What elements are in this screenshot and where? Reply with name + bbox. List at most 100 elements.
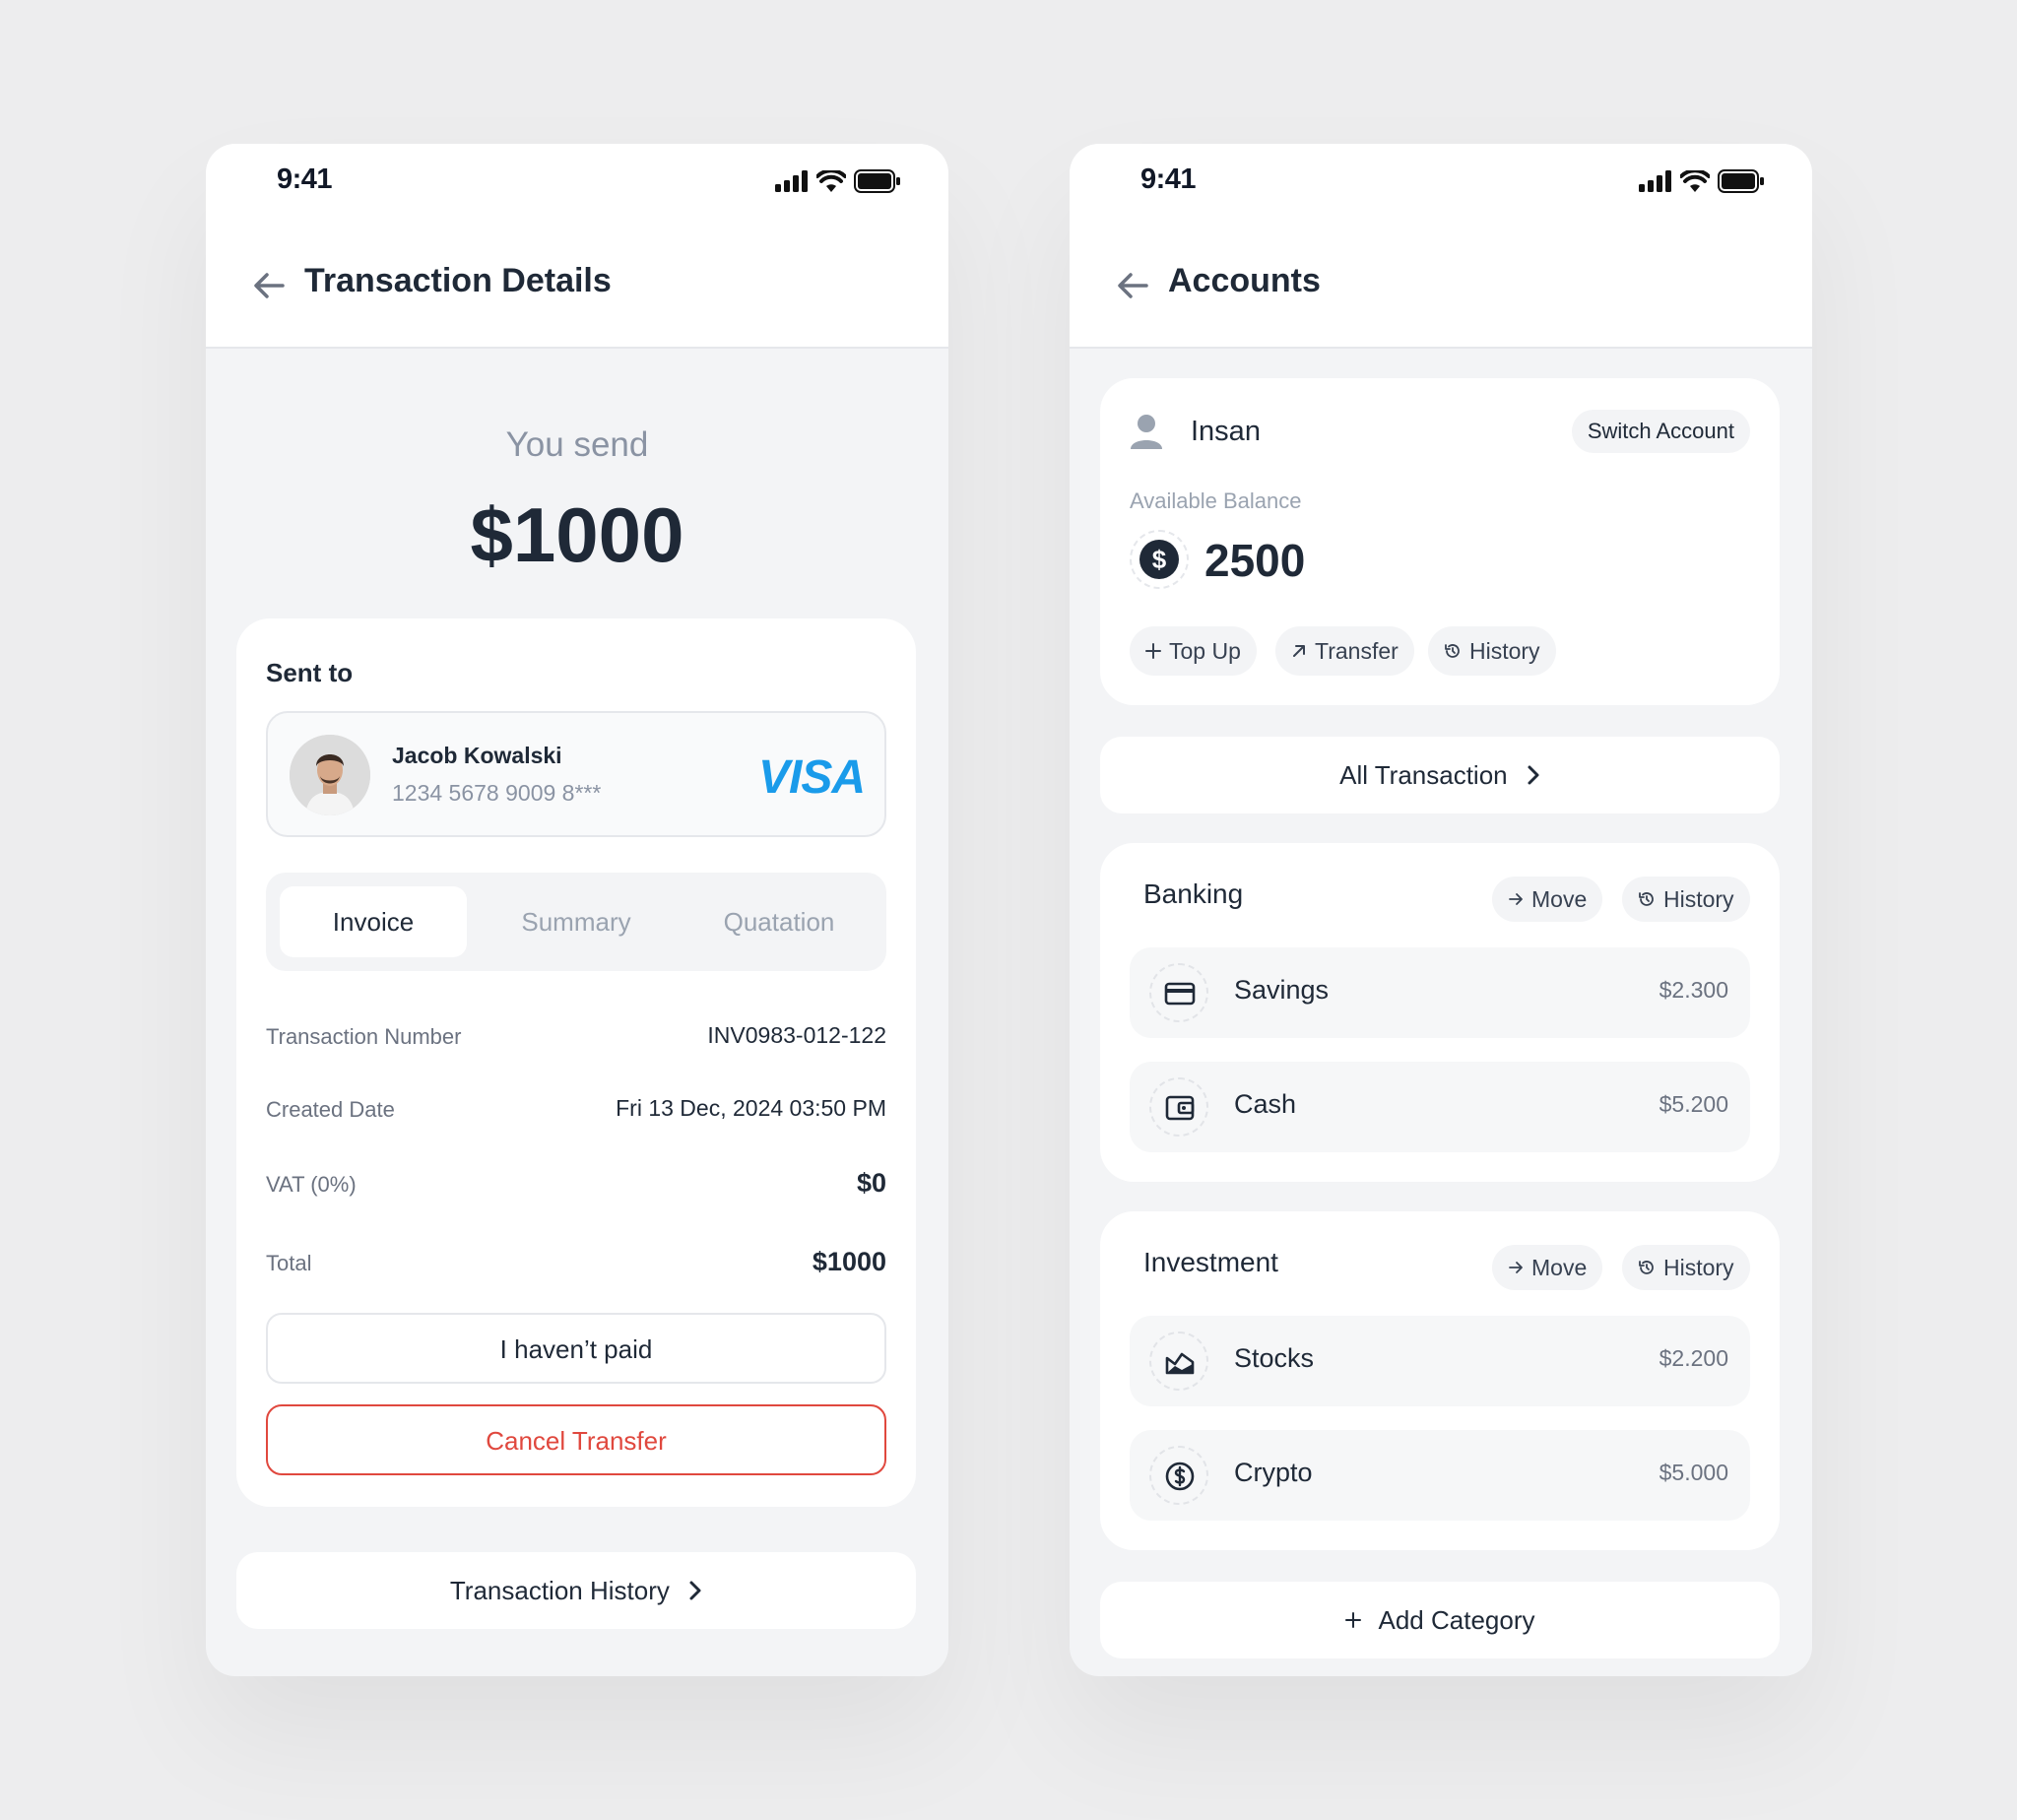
chevron-right-icon xyxy=(689,1581,701,1600)
item-value: $2.300 xyxy=(1659,977,1728,1003)
balance-value: 2500 xyxy=(1204,535,1306,586)
top-up-button[interactable]: Top Up xyxy=(1130,626,1257,676)
history-label: History xyxy=(1663,886,1734,912)
top-up-label: Top Up xyxy=(1169,638,1241,664)
dollar-coin-icon: $ xyxy=(1139,540,1179,579)
visa-logo: VISA xyxy=(757,751,866,804)
item-icon xyxy=(1149,1332,1208,1391)
you-send-label: You send xyxy=(505,425,649,464)
sent-to-card: Sent to Jacob Kowalski 1234 5678 9009 8*… xyxy=(236,618,916,1507)
wifi-icon xyxy=(1680,170,1710,192)
available-balance-label: Available Balance xyxy=(1130,488,1302,513)
list-item-crypto[interactable]: Crypto $5.000 xyxy=(1130,1430,1750,1521)
history-icon xyxy=(1639,1261,1654,1274)
banking-title: Banking xyxy=(1143,878,1244,909)
tab-summary[interactable]: Summary xyxy=(483,886,670,957)
header: 9:41 Transaction Details xyxy=(206,144,948,349)
transaction-number-value: INV0983-012-122 xyxy=(707,1022,886,1048)
status-icons xyxy=(775,169,901,193)
chevron-right-icon xyxy=(1528,765,1539,785)
plus-icon xyxy=(1145,642,1161,659)
battery-icon xyxy=(854,169,900,193)
created-date-label: Created Date xyxy=(266,1097,395,1122)
recipient-card-number: 1234 5678 9009 8*** xyxy=(392,780,602,806)
move-label: Move xyxy=(1531,886,1588,912)
history-icon xyxy=(1445,644,1460,658)
transaction-details-screen: 9:41 Transaction Details You send $1000 … xyxy=(206,144,948,1676)
battery-icon xyxy=(1718,169,1764,193)
transaction-history-label: Transaction History xyxy=(449,1576,670,1605)
arrow-right-icon xyxy=(1509,1262,1523,1273)
wallet-icon xyxy=(1165,1095,1195,1121)
card-icon xyxy=(1164,982,1196,1006)
page-title: Transaction Details xyxy=(304,262,612,299)
back-arrow-icon[interactable] xyxy=(249,266,289,305)
dollar-coin-icon xyxy=(1165,1462,1195,1491)
item-name: Cash xyxy=(1234,1089,1297,1119)
not-paid-button[interactable]: I haven’t paid xyxy=(266,1313,886,1384)
balance-coin: $ xyxy=(1130,530,1189,589)
item-name: Stocks xyxy=(1234,1343,1315,1373)
item-icon xyxy=(1149,963,1208,1022)
tab-invoice[interactable]: Invoice xyxy=(280,886,467,957)
created-date-value: Fri 13 Dec, 2024 03:50 PM xyxy=(616,1095,886,1121)
banking-section: Banking Move History Savings $2.300 Cash… xyxy=(1100,843,1780,1182)
item-icon xyxy=(1149,1077,1208,1137)
status-icons xyxy=(1639,169,1765,193)
avatar xyxy=(290,735,370,815)
invoice-tabs: Invoice Summary Quatation xyxy=(266,873,886,971)
user-icon xyxy=(1131,415,1162,449)
recipient-card[interactable]: Jacob Kowalski 1234 5678 9009 8*** VISA xyxy=(266,711,886,837)
transfer-button[interactable]: Transfer xyxy=(1275,626,1414,676)
history-button[interactable]: History xyxy=(1428,626,1556,676)
banking-move-button[interactable]: Move xyxy=(1492,877,1603,922)
history-label: History xyxy=(1663,1255,1734,1280)
switch-account-button[interactable]: Switch Account xyxy=(1571,410,1750,453)
account-card: Insan Switch Account Available Balance $… xyxy=(1100,378,1780,705)
arrow-up-right-icon xyxy=(1293,644,1305,657)
investment-history-button[interactable]: History xyxy=(1622,1245,1750,1290)
sent-to-label: Sent to xyxy=(266,658,354,687)
item-value: $5.000 xyxy=(1659,1460,1728,1485)
all-transaction-label: All Transaction xyxy=(1339,760,1508,790)
banking-history-button[interactable]: History xyxy=(1622,877,1750,922)
investment-move-button[interactable]: Move xyxy=(1492,1245,1603,1290)
page-title: Accounts xyxy=(1168,262,1321,299)
accounts-screen: 9:41 Accounts Insan Switch Account Avail… xyxy=(1070,144,1812,1676)
history-icon xyxy=(1639,892,1654,906)
list-item-stocks[interactable]: Stocks $2.200 xyxy=(1130,1316,1750,1406)
item-icon xyxy=(1149,1446,1208,1505)
history-label: History xyxy=(1469,638,1540,664)
list-item-cash[interactable]: Cash $5.200 xyxy=(1130,1062,1750,1152)
transaction-number-label: Transaction Number xyxy=(266,1024,462,1049)
total-value: $1000 xyxy=(812,1247,886,1276)
vat-value: $0 xyxy=(856,1168,886,1198)
item-value: $5.200 xyxy=(1659,1091,1728,1117)
status-time: 9:41 xyxy=(277,163,333,195)
signal-icon xyxy=(775,170,808,192)
status-time: 9:41 xyxy=(1140,163,1197,195)
item-name: Crypto xyxy=(1234,1458,1313,1487)
investment-section: Investment Move History Stocks $2.200 Cr… xyxy=(1100,1211,1780,1550)
item-value: $2.200 xyxy=(1659,1345,1728,1371)
investment-title: Investment xyxy=(1143,1247,1278,1277)
cancel-transfer-button[interactable]: Cancel Transfer xyxy=(266,1404,886,1475)
add-category-button[interactable]: Add Category xyxy=(1100,1582,1780,1658)
wifi-icon xyxy=(816,170,846,192)
list-item-savings[interactable]: Savings $2.300 xyxy=(1130,947,1750,1038)
transaction-history-link[interactable]: Transaction History xyxy=(236,1552,916,1629)
plus-icon xyxy=(1344,1612,1361,1629)
tab-quatation[interactable]: Quatation xyxy=(685,886,873,957)
all-transaction-link[interactable]: All Transaction xyxy=(1100,737,1780,813)
send-amount: $1000 xyxy=(470,491,684,578)
arrow-right-icon xyxy=(1509,893,1523,905)
signal-icon xyxy=(1639,170,1671,192)
total-label: Total xyxy=(266,1251,312,1275)
item-name: Savings xyxy=(1234,975,1330,1005)
add-category-label: Add Category xyxy=(1378,1605,1535,1635)
vat-label: VAT (0%) xyxy=(266,1172,357,1197)
account-name: Insan xyxy=(1191,416,1261,447)
chart-icon xyxy=(1165,1352,1195,1375)
transfer-label: Transfer xyxy=(1315,638,1399,664)
back-arrow-icon[interactable] xyxy=(1113,266,1152,305)
